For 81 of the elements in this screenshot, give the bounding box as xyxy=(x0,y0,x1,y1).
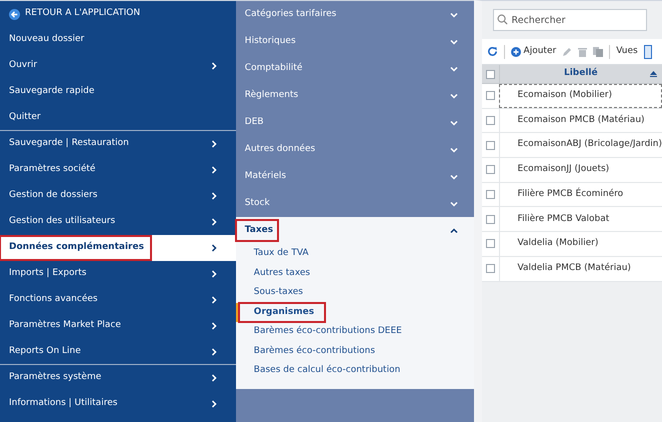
row-checkbox[interactable] xyxy=(486,165,495,174)
chevron-down-icon xyxy=(450,64,458,72)
chevron-right-icon xyxy=(210,140,218,148)
menu-item[interactable]: Imports | Exports xyxy=(0,261,236,287)
submenu-link[interactable]: Sous-taxes xyxy=(236,283,474,302)
menu-item[interactable]: Paramètres société xyxy=(0,157,236,183)
search-icon xyxy=(496,14,508,25)
chevron-right-icon xyxy=(210,270,218,278)
plus-icon xyxy=(510,46,521,56)
submenu-item[interactable]: Matériels xyxy=(236,163,474,190)
search-field[interactable]: Rechercher xyxy=(492,9,647,31)
table-cell: Valdelia (Mobilier) xyxy=(498,232,662,256)
chevron-right-icon xyxy=(210,374,218,382)
menu-item[interactable]: Fonctions avancées xyxy=(0,287,236,313)
chevron-right-icon xyxy=(210,400,218,408)
menu-item[interactable]: Paramètres système xyxy=(0,365,236,391)
menu-item[interactable]: Paramètres Market Place xyxy=(0,313,236,339)
menu-item[interactable]: Quitter xyxy=(0,105,236,131)
chevron-right-icon xyxy=(210,192,218,200)
sort-icon xyxy=(650,71,657,77)
chevron-right-icon xyxy=(210,62,218,70)
chevron-right-icon xyxy=(210,166,218,174)
row-checkbox[interactable] xyxy=(486,140,495,150)
views-label[interactable]: Vues xyxy=(616,44,638,58)
submenu-item[interactable]: Comptabilité xyxy=(236,55,474,82)
submenu-link[interactable]: Bases de calcul éco-contribution xyxy=(236,361,474,380)
submenu-link[interactable]: Autres taxes xyxy=(236,264,474,283)
refresh-icon[interactable] xyxy=(486,46,498,57)
submenu-link[interactable]: Barèmes éco-contributions xyxy=(236,342,474,361)
chevron-right-icon xyxy=(210,322,218,330)
chevron-right-icon xyxy=(210,244,218,252)
menu-item[interactable]: Nouveau dossier xyxy=(0,27,236,53)
menu-item[interactable]: Reports On Line xyxy=(0,339,236,365)
submenu-item[interactable]: Autres données xyxy=(236,136,474,163)
views-button[interactable] xyxy=(644,44,652,58)
pencil-icon[interactable] xyxy=(562,46,572,56)
submenu-link[interactable]: Taux de TVA xyxy=(236,244,474,264)
menu-item[interactable]: Données complémentaires xyxy=(0,235,236,261)
row-checkbox[interactable] xyxy=(486,264,495,274)
add-button[interactable]: Ajouter xyxy=(510,44,556,58)
chevron-down-icon xyxy=(450,10,458,18)
submenu-item[interactable]: Catégories tarifaires xyxy=(236,1,474,28)
table-cell: Ecomaison PMCB (Matériau) xyxy=(498,108,662,132)
menu-item[interactable]: Gestion de dossiers xyxy=(0,183,236,209)
table-cell: Filière PMCB Écominéro xyxy=(498,182,662,206)
row-checkbox[interactable] xyxy=(486,190,495,200)
menu-item[interactable]: Gestion des utilisateurs xyxy=(0,209,236,235)
chevron-up-icon xyxy=(450,226,458,234)
row-checkbox[interactable] xyxy=(486,91,495,100)
submenu-link[interactable]: Barèmes éco-contributions DEEE xyxy=(236,322,474,342)
submenu-item[interactable]: Règlements xyxy=(236,82,474,109)
row-checkbox[interactable] xyxy=(486,239,495,248)
copy-icon[interactable] xyxy=(593,46,604,56)
table-cell: EcomaisonJJ (Jouets) xyxy=(498,158,662,182)
submenu-item[interactable]: DEB xyxy=(236,109,474,136)
chevron-down-icon xyxy=(450,200,458,208)
chevron-right-icon xyxy=(210,218,218,226)
chevron-down-icon xyxy=(450,38,458,46)
table-cell: Valdelia PMCB (Matériau) xyxy=(498,256,662,280)
chevron-right-icon xyxy=(210,296,218,304)
select-all-checkbox[interactable] xyxy=(486,70,495,78)
chevron-down-icon xyxy=(450,172,458,180)
trash-icon[interactable] xyxy=(578,46,588,56)
row-checkbox[interactable] xyxy=(486,214,495,224)
submenu-item[interactable]: Taxes xyxy=(236,217,474,244)
menu-item[interactable]: Informations | Utilitaires xyxy=(0,391,236,417)
back-arrow-icon xyxy=(9,8,20,20)
chevron-right-icon xyxy=(210,348,218,356)
table-cell: EcomaisonABJ (Bricolage/Jardin) xyxy=(498,133,662,158)
submenu-item[interactable]: Historiques xyxy=(236,28,474,55)
row-checkbox[interactable] xyxy=(486,116,495,126)
chevron-down-icon xyxy=(450,146,458,154)
table-cell: Filière PMCB Valobat xyxy=(498,207,662,232)
menu-item[interactable]: Sauvegarde | Restauration xyxy=(0,131,236,157)
back-link[interactable]: RETOUR A L'APPLICATION xyxy=(0,1,236,27)
submenu-item[interactable]: Stock xyxy=(236,190,474,217)
menu-item[interactable]: Ouvrir xyxy=(0,53,236,79)
chevron-down-icon xyxy=(450,118,458,126)
table-cell: Ecomaison (Mobilier) xyxy=(498,84,662,108)
chevron-down-icon xyxy=(450,92,458,100)
menu-item[interactable]: Sauvegarde rapide xyxy=(0,79,236,105)
